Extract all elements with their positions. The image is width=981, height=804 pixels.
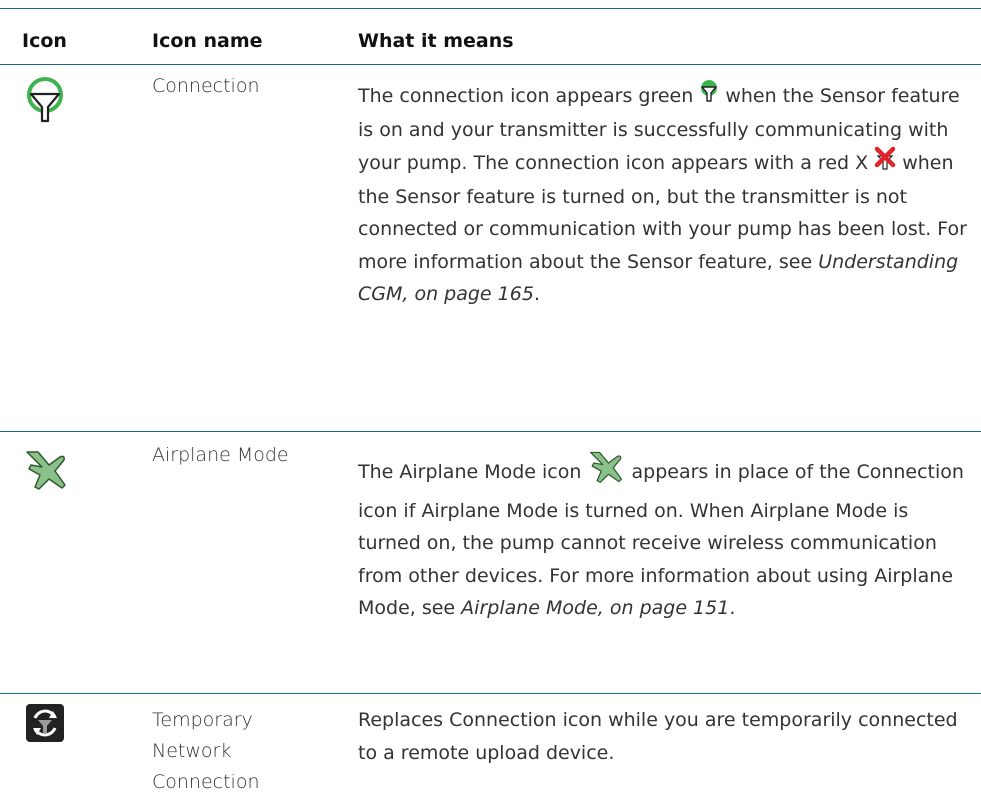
header-icon-name: Icon name (152, 30, 263, 52)
description-text: . (533, 283, 540, 305)
cross-reference-link[interactable]: Airplane Mode, on page 151 (461, 597, 729, 619)
header-bottom-rule (0, 64, 981, 65)
description-text: The Airplane Mode icon (358, 460, 588, 483)
connection-icon (25, 77, 65, 129)
row-divider-2 (0, 693, 981, 694)
row-name-connection: Connection (152, 75, 260, 97)
table-top-rule (0, 8, 981, 9)
row-name-airplane-mode: Airplane Mode (152, 444, 289, 466)
row-description-connection: The connection icon appears green when t… (358, 79, 970, 311)
temporary-network-connection-icon (26, 704, 64, 746)
airplane-inline-icon (587, 450, 625, 495)
header-icon: Icon (22, 30, 67, 52)
connection-red-x-icon (874, 146, 896, 181)
row-description-temporary-network-connection: Replaces Connection icon while you are t… (358, 704, 970, 769)
header-what-it-means: What it means (358, 30, 514, 52)
description-text: Replaces Connection icon while you are t… (358, 709, 958, 764)
connection-green-icon (699, 79, 719, 114)
row-name-temporary-network-connection: Temporary Network Connection (152, 709, 260, 793)
airplane-icon (25, 449, 67, 495)
row-description-airplane-mode: The Airplane Mode icon appears in place … (358, 450, 970, 625)
row-divider-1 (0, 431, 981, 432)
description-text: The connection icon appears green (358, 84, 700, 107)
description-text: appears in place of the Connection icon … (358, 460, 964, 619)
description-text: . (729, 597, 736, 619)
